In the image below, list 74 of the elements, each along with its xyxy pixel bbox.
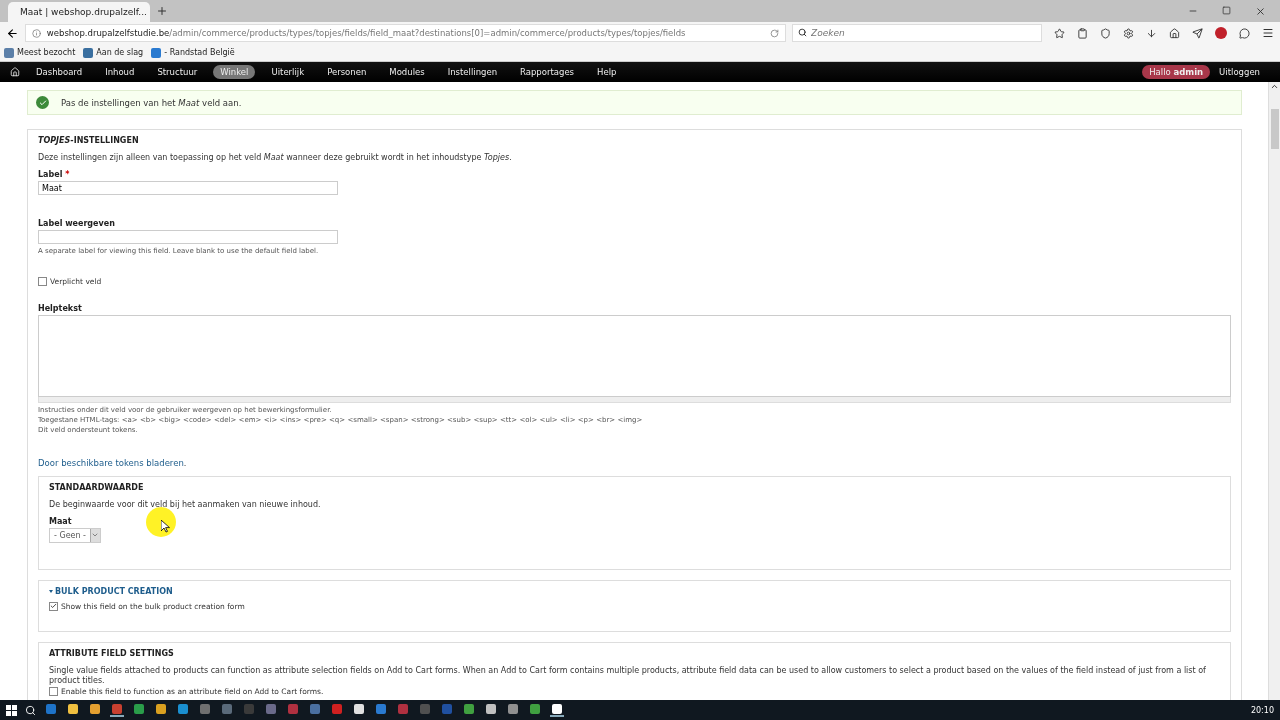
taskbar-app-icon[interactable]: [550, 703, 564, 717]
check-icon: [36, 96, 49, 109]
section-description: Deze instellingen zijn alleen van toepassing op het veld Maat wanneer deze gebruikt wordt in het inhoudstype Topjes.: [38, 153, 513, 164]
scroll-thumb[interactable]: [1270, 109, 1279, 149]
search-icon: [798, 28, 807, 37]
browser-tab[interactable]: Maat | webshop.drupalzelf...: [8, 2, 150, 22]
menu-item[interactable]: Uiterlijk: [264, 65, 312, 79]
section-title: STANDAARDWAARDE: [49, 482, 145, 492]
menu-item[interactable]: Inhoud: [98, 65, 142, 79]
scrollbar[interactable]: [1268, 82, 1280, 700]
menu-item[interactable]: Modules: [382, 65, 432, 79]
close-icon[interactable]: [1255, 5, 1266, 17]
taskbar-app-icon[interactable]: [484, 703, 498, 717]
field-label: Helptekst: [38, 304, 83, 314]
taskbar-app-icon[interactable]: [88, 703, 102, 717]
cursor-highlight: [146, 507, 176, 537]
info-icon[interactable]: [31, 28, 41, 38]
taskbar-app-icon[interactable]: [352, 703, 366, 717]
checkbox[interactable]: [49, 601, 58, 611]
maximize-icon[interactable]: [1222, 5, 1231, 15]
menu-item[interactable]: Instellingen: [440, 65, 505, 79]
checkbox[interactable]: [49, 687, 58, 697]
search-field[interactable]: Zoeken: [792, 24, 1042, 42]
status-message: Pas de instellingen van het Maat veld aan.: [61, 97, 242, 108]
section-title: TOPJES-INSTELLINGEN: [38, 136, 140, 145]
menu-item[interactable]: Personen: [320, 65, 374, 79]
search-icon[interactable]: [25, 704, 36, 716]
section-description: De beginwaarde voor dit veld bij het aanmaken van nieuwe inhoud.: [49, 499, 322, 510]
logout-link[interactable]: Uitloggen: [1219, 67, 1270, 77]
star-icon[interactable]: [1054, 27, 1065, 39]
back-icon[interactable]: [6, 26, 19, 40]
section-description: Single value fields attached to products can function as attribute selection fields on Add to Cart forms. When an Add to Cart form contains multiple products, attribute field data can be used to allow customers to select a product based on the values of the field instead of just from a list of product titles.: [49, 665, 1207, 687]
clock: 20:10: [1250, 705, 1274, 715]
display-label-input[interactable]: [38, 230, 338, 245]
field-label: Maat: [49, 516, 73, 526]
address-bar[interactable]: webshop.drupalzelfstudie.be/admin/commerce/products/types/topjes/fields/field_maat?destinations[0]=admin/commerce/products/types/topjes/fields: [24, 24, 786, 42]
resize-grip[interactable]: [38, 397, 1231, 404]
menu-item[interactable]: Winkel: [213, 65, 256, 79]
taskbar-app-icon[interactable]: [66, 703, 80, 717]
period: .: [183, 458, 187, 468]
tab-title: Maat | webshop.drupalzelf...: [20, 7, 147, 17]
taskbar-app-icon[interactable]: [154, 703, 168, 717]
bookmark[interactable]: Meest bezocht: [4, 47, 76, 58]
maat-select[interactable]: - Geen -: [49, 527, 101, 543]
windows-icon[interactable]: [6, 704, 17, 716]
url-text: webshop.drupalzelfstudie.be/admin/commerce/products/types/topjes/fields/field_maat?destinations[0]=admin/commerce/products/types/topjes/fields: [46, 28, 687, 38]
menu-item[interactable]: Structuur: [150, 65, 205, 79]
chat-icon[interactable]: [1239, 27, 1250, 39]
send-icon[interactable]: [1192, 27, 1203, 39]
field-label: Label *: [38, 170, 71, 180]
menu-item[interactable]: Help: [590, 65, 624, 79]
greeting-badge[interactable]: Hallo admin: [1142, 65, 1211, 79]
menu-item[interactable]: Rapportages: [513, 65, 582, 79]
label-input[interactable]: Maat: [38, 181, 338, 196]
settings-icon[interactable]: [1123, 27, 1134, 39]
section-title: ATTRIBUTE FIELD SETTINGS: [49, 648, 175, 658]
taskbar-app-icon[interactable]: [506, 703, 520, 717]
checkbox[interactable]: [38, 277, 47, 287]
bookmark[interactable]: Aan de slag: [83, 47, 144, 58]
reload-icon[interactable]: [770, 28, 779, 38]
field-label: Label weergeven: [38, 219, 116, 229]
bookmark[interactable]: - Randstad België: [151, 47, 235, 58]
scroll-up-icon[interactable]: [1270, 82, 1279, 91]
download-icon[interactable]: [1146, 27, 1157, 39]
required-mark: *: [65, 170, 70, 180]
clipboard-icon[interactable]: [1077, 27, 1088, 39]
new-tab-icon[interactable]: [156, 5, 168, 17]
menu-icon[interactable]: [1262, 27, 1274, 39]
cursor-icon: [161, 520, 170, 533]
menu-item[interactable]: Dashboard: [29, 65, 90, 79]
taskbar-app-icon[interactable]: [110, 703, 124, 717]
home-icon[interactable]: [1169, 27, 1180, 39]
tokens-link[interactable]: Door beschikbare tokens bladeren: [38, 457, 184, 468]
bulk-toggle[interactable]: BULK PRODUCT CREATION: [49, 586, 1220, 596]
